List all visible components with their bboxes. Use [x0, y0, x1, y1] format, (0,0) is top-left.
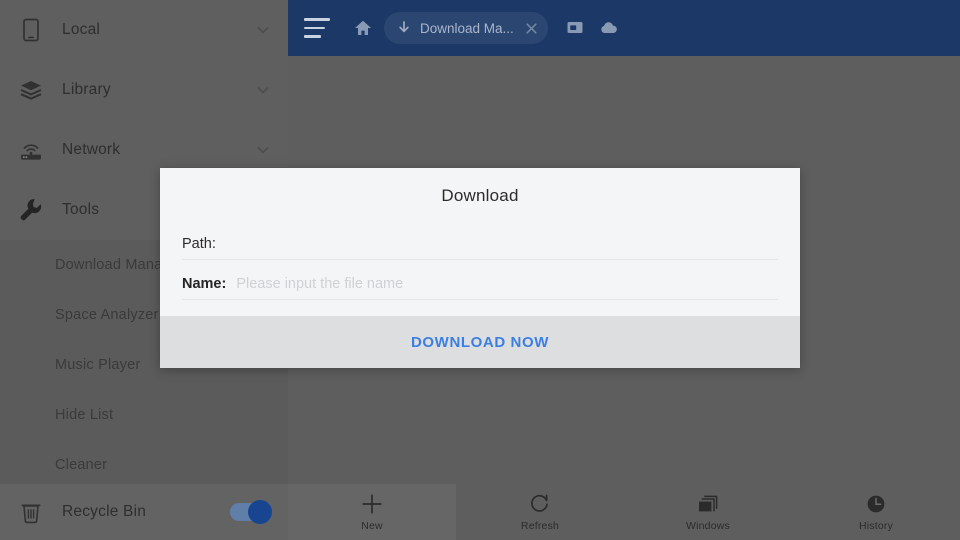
windows-stack-icon — [696, 492, 720, 516]
name-field-row[interactable]: Name: Please input the file name — [182, 260, 778, 300]
window-icon[interactable] — [564, 17, 586, 39]
download-dialog: Download Path: Name: Please input the fi… — [160, 168, 800, 368]
phone-icon — [16, 15, 46, 45]
path-field-row[interactable]: Path: — [182, 220, 778, 260]
top-toolbar: Download Ma... — [288, 0, 960, 56]
download-arrow-icon — [396, 20, 412, 36]
refresh-icon — [528, 492, 552, 516]
sidebar-item-label: Tools — [62, 201, 100, 218]
bottom-item-windows[interactable]: Windows — [624, 484, 792, 540]
dialog-body: Path: Name: Please input the file name — [160, 206, 800, 316]
download-now-button[interactable]: DOWNLOAD NOW — [411, 334, 549, 351]
recycle-bin-label: Recycle Bin — [62, 503, 147, 520]
bottom-toolbar: New Refresh Windows History — [288, 484, 960, 540]
bottom-item-label: New — [361, 520, 383, 532]
dialog-footer: DOWNLOAD NOW — [160, 316, 800, 368]
bottom-item-label: Refresh — [520, 520, 560, 532]
sidebar-item-recycle-bin[interactable]: Recycle Bin — [0, 484, 288, 540]
clock-icon — [864, 492, 888, 516]
wrench-icon — [16, 195, 46, 225]
bottom-item-label: History — [858, 520, 894, 532]
toggle-knob — [248, 500, 272, 524]
browser-tab-download-manager[interactable]: Download Ma... — [384, 12, 548, 44]
submenu-item-label: Hide List — [55, 407, 114, 423]
router-icon — [16, 135, 46, 165]
submenu-item-hide-list[interactable]: Hide List — [0, 390, 288, 440]
dialog-title: Download — [441, 186, 519, 205]
submenu-item-label: Music Player — [55, 357, 141, 373]
home-icon[interactable] — [352, 17, 374, 39]
bottom-item-label: Windows — [686, 520, 730, 532]
plus-icon — [360, 492, 384, 516]
hamburger-menu-icon[interactable] — [304, 18, 330, 38]
tab-title: Download Ma... — [420, 20, 514, 36]
trash-icon — [16, 497, 46, 527]
name-input[interactable]: Please input the file name — [226, 276, 778, 299]
chevron-down-icon[interactable] — [256, 23, 270, 37]
bottom-item-refresh[interactable]: Refresh — [456, 484, 624, 540]
sidebar-item-local[interactable]: Local — [0, 0, 288, 60]
sidebar-item-label: Local — [62, 21, 101, 38]
path-label: Path: — [182, 236, 216, 252]
hamburger-line — [304, 35, 322, 38]
close-x-icon[interactable] — [522, 18, 542, 38]
name-label: Name: — [182, 276, 227, 292]
cloud-icon[interactable] — [598, 17, 620, 39]
sidebar-item-library[interactable]: Library — [0, 60, 288, 120]
hamburger-line — [304, 26, 326, 30]
submenu-item-label: Cleaner — [55, 457, 108, 473]
submenu-item-cleaner[interactable]: Cleaner — [0, 440, 288, 490]
hamburger-line — [304, 18, 330, 21]
layers-icon — [16, 75, 46, 105]
submenu-item-label: Download Mana — [55, 257, 163, 273]
sidebar-item-label: Library — [62, 81, 111, 98]
submenu-item-label: Space Analyzer — [55, 307, 159, 323]
app-root: Local Library Network Tools Download Man… — [0, 0, 960, 540]
bottom-item-new[interactable]: New — [288, 484, 456, 540]
recycle-bin-toggle[interactable] — [230, 500, 272, 524]
chevron-down-icon[interactable] — [256, 143, 270, 157]
chevron-down-icon[interactable] — [256, 83, 270, 97]
path-input[interactable] — [216, 252, 778, 259]
sidebar-item-label: Network — [62, 141, 121, 158]
bottom-item-history[interactable]: History — [792, 484, 960, 540]
